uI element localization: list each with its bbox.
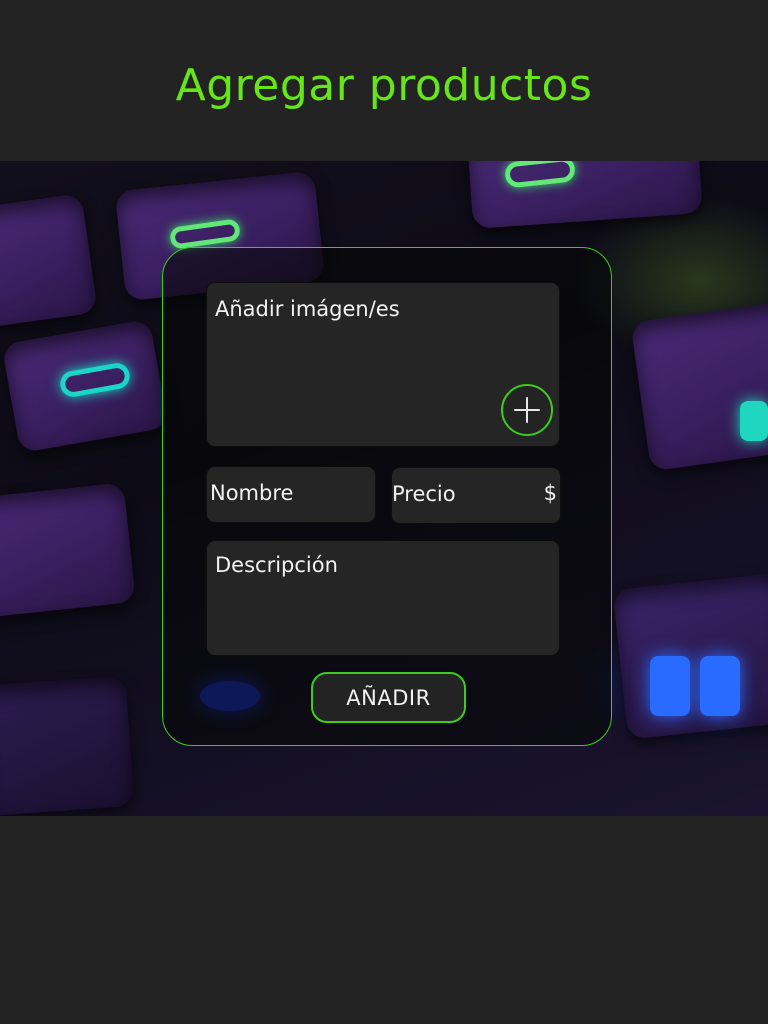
image-upload-area[interactable]: Añadir imágen/es (206, 282, 560, 447)
description-placeholder: Descripción (215, 553, 338, 577)
add-product-form: Añadir imágen/es Nombre Precio $ Descrip… (162, 247, 612, 746)
page-title: Agregar productos (175, 60, 593, 111)
keycap-glyph (650, 656, 690, 716)
price-field[interactable]: Precio $ (391, 467, 561, 524)
keycap (0, 482, 136, 620)
keycap (0, 193, 98, 329)
header-bar: Agregar productos (0, 0, 768, 161)
name-field[interactable]: Nombre (206, 466, 376, 523)
currency-symbol: $ (543, 481, 557, 505)
keycap (612, 572, 768, 740)
plus-icon (514, 397, 540, 423)
description-field[interactable]: Descripción (206, 540, 560, 656)
price-placeholder: Precio (392, 482, 456, 506)
keycap (467, 161, 703, 229)
add-image-button[interactable] (501, 384, 553, 436)
page: Agregar productos Añadir imágen/es Nombr… (0, 0, 768, 1024)
keycap-glyph (740, 401, 768, 441)
add-button[interactable]: AÑADIR (311, 672, 466, 723)
keycap (0, 675, 135, 816)
keycap (630, 300, 768, 472)
keycap-glyph (700, 656, 740, 716)
name-placeholder: Nombre (210, 481, 294, 505)
image-upload-label: Añadir imágen/es (215, 297, 400, 321)
